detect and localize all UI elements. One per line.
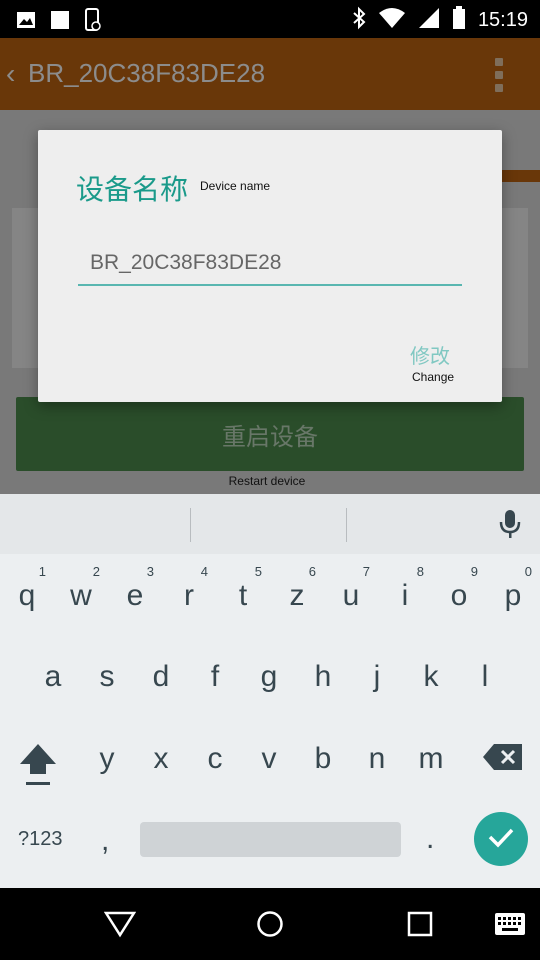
key-t[interactable]: t5: [216, 556, 270, 636]
keyboard-row-3: y x c v b nm: [0, 719, 540, 799]
key-k[interactable]: k: [404, 637, 458, 717]
key-label: v: [261, 742, 277, 775]
key-label: a: [44, 660, 62, 693]
key-m[interactable]: m: [404, 719, 458, 799]
key-e[interactable]: e3: [108, 556, 162, 636]
battery-icon: [452, 6, 466, 34]
keyboard-switch-icon[interactable]: [494, 912, 526, 940]
navigation-bar: [0, 888, 540, 960]
key-label: k: [423, 660, 439, 693]
key-b[interactable]: b: [296, 719, 350, 799]
dialog-title-subtitle: Device name: [200, 179, 271, 193]
suggestion-strip: [0, 494, 540, 554]
key-label: n: [368, 742, 386, 775]
key-z[interactable]: z6: [270, 556, 324, 636]
key-label: o: [450, 579, 468, 612]
key-hint: 5: [254, 564, 262, 579]
key-label: y: [99, 742, 115, 775]
key-hint: 7: [362, 564, 370, 579]
key-a[interactable]: a: [26, 637, 80, 717]
signal-icon: [418, 7, 440, 33]
key-label: e: [126, 579, 144, 612]
back-triangle-icon[interactable]: [103, 910, 137, 942]
comma-key[interactable]: ,: [101, 824, 109, 858]
key-hint: 2: [92, 564, 100, 579]
key-label: l: [481, 660, 489, 693]
key-label: t: [238, 579, 248, 612]
key-d[interactable]: d: [134, 637, 188, 717]
key-l[interactable]: l: [458, 637, 512, 717]
backspace-icon[interactable]: [482, 742, 524, 776]
image-icon: [16, 10, 36, 34]
key-label: b: [314, 742, 332, 775]
home-circle-icon[interactable]: [256, 910, 284, 942]
phone-icon: [84, 8, 102, 36]
symbols-key[interactable]: ?123: [18, 828, 63, 851]
key-hint: 1: [38, 564, 46, 579]
done-key[interactable]: [474, 812, 528, 866]
key-p[interactable]: p0: [486, 556, 540, 636]
key-label: z: [289, 579, 305, 612]
device-name-dialog: 设备名称 Device name 修改 Change: [38, 130, 502, 402]
key-o[interactable]: o9: [432, 556, 486, 636]
key-hint: 9: [470, 564, 478, 579]
key-hint: 3: [146, 564, 154, 579]
key-j[interactable]: j: [350, 637, 404, 717]
key-label: i: [401, 579, 409, 612]
status-time: 15:19: [477, 8, 528, 31]
key-label: f: [210, 660, 220, 693]
suggestion-divider: [190, 508, 191, 542]
key-q[interactable]: q1: [0, 556, 54, 636]
dialog-title: 设备名称: [76, 173, 189, 206]
key-label: w: [70, 579, 92, 612]
suggestion-divider: [346, 508, 347, 542]
key-w[interactable]: w2: [54, 556, 108, 636]
key-label: s: [99, 660, 115, 693]
key-i[interactable]: i8: [378, 556, 432, 636]
key-f[interactable]: f: [188, 637, 242, 717]
change-button-subtitle: Change: [412, 370, 455, 384]
key-hint: 0: [524, 564, 532, 579]
key-label: q: [18, 579, 36, 612]
key-label: u: [342, 579, 360, 612]
key-label: h: [314, 660, 332, 693]
key-c[interactable]: c: [188, 719, 242, 799]
keyboard-row-2: asdfghjkl: [0, 637, 540, 717]
key-r[interactable]: r4: [162, 556, 216, 636]
period-key[interactable]: .: [426, 822, 434, 856]
key-n[interactable]: n: [350, 719, 404, 799]
wifi-icon: [378, 7, 406, 33]
key-label: g: [260, 660, 278, 693]
bluetooth-icon: [352, 6, 366, 34]
key-v[interactable]: v: [242, 719, 296, 799]
shift-icon[interactable]: [18, 742, 58, 792]
microphone-icon[interactable]: [498, 508, 522, 544]
keyboard-row-1: q1w2e3r4t5z6u7i8o9p0: [0, 556, 540, 636]
key-label: c: [207, 742, 223, 775]
spacebar-key[interactable]: [140, 822, 401, 857]
square-icon: [50, 10, 70, 34]
key-label: x: [153, 742, 169, 775]
key-label: r: [184, 579, 194, 612]
key-u[interactable]: u7: [324, 556, 378, 636]
key-hint: 4: [200, 564, 208, 579]
key-hint: 8: [416, 564, 424, 579]
checkmark-icon: [487, 826, 515, 852]
key-label: m: [418, 742, 444, 775]
recents-square-icon[interactable]: [407, 911, 433, 941]
key-label: j: [373, 660, 381, 693]
key-hint: 6: [308, 564, 316, 579]
key-x[interactable]: x: [134, 719, 188, 799]
key-h[interactable]: h: [296, 637, 350, 717]
change-button[interactable]: 修改: [410, 340, 450, 369]
status-bar: 15:19: [0, 0, 540, 38]
key-label: p: [504, 579, 522, 612]
key-s[interactable]: s: [80, 637, 134, 717]
key-y[interactable]: y: [80, 719, 134, 799]
device-name-input[interactable]: [78, 242, 462, 286]
key-label: d: [152, 660, 170, 693]
key-g[interactable]: g: [242, 637, 296, 717]
